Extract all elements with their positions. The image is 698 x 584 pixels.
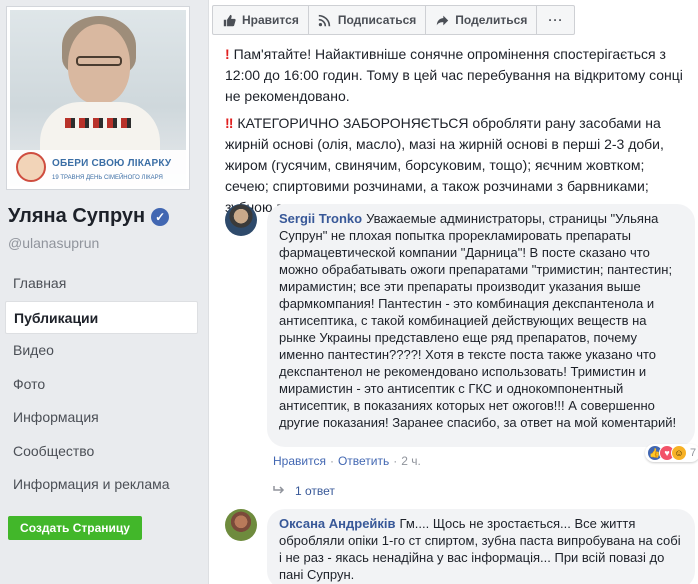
comment-text: Уважаемые администраторы, страницы "Улья… bbox=[279, 211, 677, 430]
banner-title: ОБЕРИ СВОЮ ЛІКАРКУ bbox=[52, 158, 172, 169]
verified-badge-icon: ✓ bbox=[151, 207, 170, 226]
post-paragraph-1: ! Пам'ятайте! Найактивніше сонячне опром… bbox=[225, 44, 689, 107]
commenter-avatar[interactable] bbox=[225, 509, 257, 541]
page-name-text[interactable]: Уляна Супрун bbox=[8, 205, 145, 228]
doctor-illustration-icon bbox=[16, 152, 46, 182]
page-root: ОБЕРИ СВОЮ ЛІКАРКУ 19 ТРАВНЯ ДЕНЬ СІМЕЙН… bbox=[0, 0, 698, 584]
share-arrow-icon bbox=[435, 13, 449, 27]
comment-author[interactable]: Оксана Андрейків bbox=[279, 516, 396, 531]
post-paragraph-2: ‼ КАТЕГОРИЧНО ЗАБОРОНЯЄТЬСЯ обробляти ра… bbox=[225, 113, 689, 218]
like-page-button[interactable]: Нравится bbox=[212, 5, 309, 35]
comment-timestamp[interactable]: 2 ч. bbox=[401, 454, 421, 468]
sidebar-item-about[interactable]: Информация bbox=[5, 401, 198, 435]
rss-icon bbox=[318, 13, 332, 27]
profile-picture[interactable]: ОБЕРИ СВОЮ ЛІКАРКУ 19 ТРАВНЯ ДЕНЬ СІМЕЙН… bbox=[10, 10, 186, 186]
like-page-label: Нравится bbox=[242, 13, 299, 27]
view-replies-link[interactable]: 1 ответ bbox=[273, 484, 335, 498]
comment-actions: Нравится · Ответить · 2 ч. bbox=[273, 454, 421, 468]
thumbs-up-icon bbox=[222, 13, 236, 27]
sidebar-item-community[interactable]: Сообщество bbox=[5, 435, 198, 469]
post-paragraph-1-text: Пам'ятайте! Найактивніше сонячне опромін… bbox=[225, 46, 683, 104]
share-label: Поделиться bbox=[455, 13, 528, 27]
double-exclamation-icon: ‼ bbox=[225, 115, 234, 131]
profile-picture-frame[interactable]: ОБЕРИ СВОЮ ЛІКАРКУ 19 ТРАВНЯ ДЕНЬ СІМЕЙН… bbox=[6, 6, 190, 190]
page-action-bar: Нравится Подписаться Поделиться ··· bbox=[212, 5, 576, 35]
share-button[interactable]: Поделиться bbox=[425, 5, 538, 35]
comment-bubble: Оксана Андрейків Гм.... Щось не зростаєть… bbox=[267, 509, 695, 584]
page-handle[interactable]: @ulanasuprun bbox=[8, 235, 99, 251]
post-paragraph-2-text: КАТЕГОРИЧНО ЗАБОРОНЯЄТЬСЯ обробляти рану… bbox=[225, 115, 664, 215]
sidebar-nav: Главная Публикации Видео Фото Информация… bbox=[5, 267, 198, 502]
comment-bubble: Sergii Tronko Уважаемые администраторы, с… bbox=[267, 204, 695, 447]
comment-author[interactable]: Sergii Tronko bbox=[279, 211, 362, 226]
sidebar-item-info-and-ads[interactable]: Информация и реклама bbox=[5, 468, 198, 502]
post-body: ! Пам'ятайте! Найактивніше сонячне опром… bbox=[225, 44, 689, 224]
sidebar-item-videos[interactable]: Видео bbox=[5, 334, 198, 368]
more-options-button[interactable]: ··· bbox=[536, 5, 576, 35]
comment-reply-link[interactable]: Ответить bbox=[338, 454, 389, 468]
sidebar-item-posts[interactable]: Публикации bbox=[5, 300, 198, 334]
sidebar-item-photos[interactable]: Фото bbox=[5, 368, 198, 402]
subscribe-label: Подписаться bbox=[337, 13, 417, 27]
page-name[interactable]: Уляна Супрун ✓ bbox=[8, 205, 170, 228]
create-page-button[interactable]: Создать Страницу bbox=[8, 516, 142, 540]
haha-reaction-icon: ☺ bbox=[671, 445, 687, 461]
subscribe-button[interactable]: Подписаться bbox=[307, 5, 427, 35]
main-content: Нравится Подписаться Поделиться ··· ! Па… bbox=[208, 0, 698, 584]
reaction-summary[interactable]: 👍 ♥ ☺ 7 bbox=[645, 444, 698, 462]
reaction-count: 7 bbox=[690, 447, 697, 459]
reply-arrow-icon bbox=[273, 484, 285, 498]
replies-count-label: 1 ответ bbox=[295, 484, 335, 498]
profile-banner: ОБЕРИ СВОЮ ЛІКАРКУ 19 ТРАВНЯ ДЕНЬ СІМЕЙН… bbox=[10, 150, 186, 186]
comment-like-link[interactable]: Нравится bbox=[273, 454, 326, 468]
left-sidebar: ОБЕРИ СВОЮ ЛІКАРКУ 19 ТРАВНЯ ДЕНЬ СІМЕЙН… bbox=[0, 0, 208, 584]
commenter-avatar[interactable] bbox=[225, 204, 257, 236]
exclamation-icon: ! bbox=[225, 46, 230, 62]
banner-subtitle: 19 ТРАВНЯ ДЕНЬ СІМЕЙНОГО ЛІКАРЯ bbox=[52, 175, 163, 181]
sidebar-item-home[interactable]: Главная bbox=[5, 267, 198, 301]
